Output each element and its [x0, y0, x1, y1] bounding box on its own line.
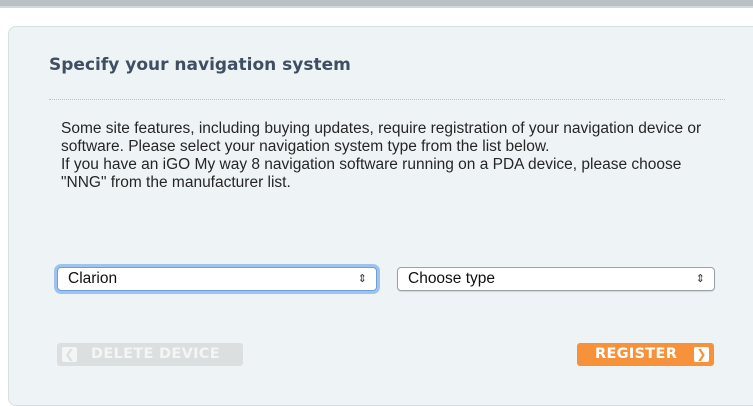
chevron-right-icon: ❯ [694, 347, 709, 362]
register-button[interactable]: REGISTER ❯ [577, 343, 714, 366]
dotted-divider [49, 99, 725, 100]
delete-device-label: DELETE DEVICE [91, 346, 220, 362]
chevron-left-icon: ❮ [62, 347, 77, 362]
manufacturer-select[interactable]: Clarion ⇕ [57, 267, 377, 291]
description-paragraph-2: If you have an iGO My way 8 navigation s… [61, 156, 682, 191]
type-select[interactable]: Choose type ⇕ [397, 267, 715, 291]
up-down-arrows-icon: ⇕ [695, 273, 705, 285]
manufacturer-select-value: Clarion [68, 270, 118, 287]
delete-device-button[interactable]: ❮ DELETE DEVICE [57, 343, 243, 366]
top-border [0, 0, 753, 8]
up-down-arrows-icon: ⇕ [357, 273, 367, 285]
register-label: REGISTER [595, 346, 678, 362]
navigation-system-panel: Specify your navigation system Some site… [8, 26, 753, 406]
type-select-value: Choose type [408, 270, 496, 287]
description: Some site features, including buying upd… [61, 120, 731, 192]
panel-title: Specify your navigation system [49, 55, 351, 75]
description-paragraph-1: Some site features, including buying upd… [61, 120, 702, 155]
